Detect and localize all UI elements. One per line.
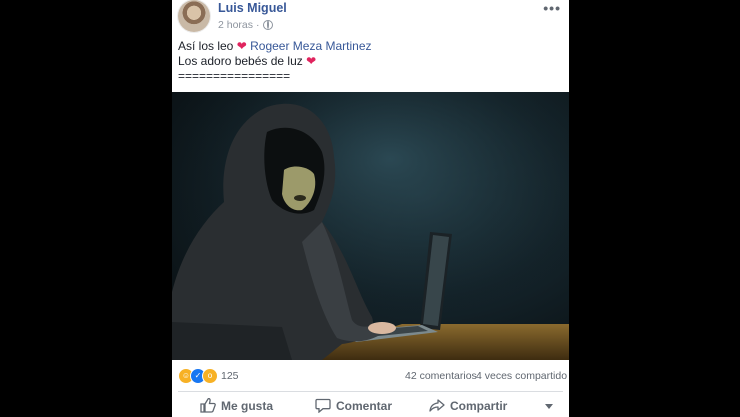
comment-icon	[315, 398, 331, 413]
thumbs-up-icon	[200, 398, 216, 413]
shares-count[interactable]: 4 veces compartido	[476, 370, 567, 382]
hooded-figure-laptop-image	[172, 92, 569, 360]
post-header: Luis Miguel 2 horas · •••	[172, 0, 569, 38]
post-meta: 2 horas ·	[218, 19, 273, 31]
like-button[interactable]: Me gusta	[200, 398, 273, 413]
post-stats: ☺ ✓ o 125 42 comentarios 4 veces compart…	[172, 366, 569, 386]
more-options-icon[interactable]: •••	[543, 0, 561, 16]
post-line-2-text: Los adoro bebés de luz	[178, 54, 303, 68]
heart-icon: ❤	[306, 54, 317, 68]
post-text: Así los leo ❤ Rogeer Meza Martinez Los a…	[178, 39, 372, 84]
action-bar: Me gusta Comentar Compartir	[172, 395, 569, 417]
post-line-2: Los adoro bebés de luz ❤	[178, 54, 372, 69]
divider	[178, 391, 563, 392]
reaction-count[interactable]: 125	[221, 370, 239, 382]
facebook-post: Luis Miguel 2 horas · ••• Así los leo ❤ …	[172, 0, 569, 417]
author-name[interactable]: Luis Miguel	[218, 1, 287, 15]
post-time[interactable]: 2 horas	[218, 19, 253, 31]
share-icon	[429, 399, 445, 412]
share-button[interactable]: Compartir	[429, 398, 507, 413]
post-line-1-text: Así los leo	[178, 39, 234, 53]
share-label: Compartir	[450, 398, 508, 413]
like-label: Me gusta	[221, 398, 274, 413]
heart-icon: ❤	[236, 39, 247, 53]
post-line-3: ================	[178, 69, 291, 83]
comment-button[interactable]: Comentar	[315, 398, 392, 413]
mention-link[interactable]: Rogeer Meza Martinez	[250, 39, 371, 53]
globe-icon[interactable]	[262, 20, 273, 30]
comment-label: Comentar	[336, 398, 393, 413]
audience-caret-icon[interactable]	[545, 404, 553, 409]
post-photo[interactable]	[172, 92, 569, 360]
wow-icon: o	[202, 368, 218, 384]
reaction-icons[interactable]: ☺ ✓ o	[178, 368, 218, 384]
post-line-1: Así los leo ❤ Rogeer Meza Martinez	[178, 39, 372, 54]
avatar[interactable]	[178, 0, 210, 32]
comments-count[interactable]: 42 comentarios	[405, 370, 477, 382]
